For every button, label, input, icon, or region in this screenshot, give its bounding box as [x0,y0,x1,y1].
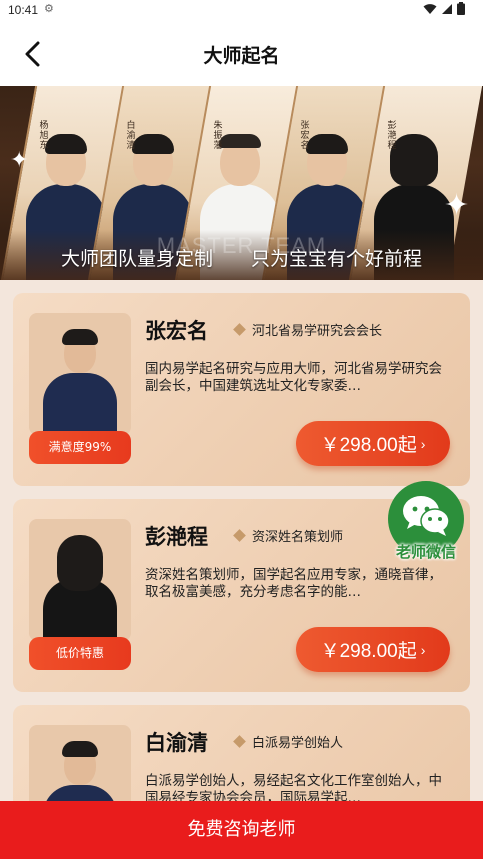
master-team-banner[interactable]: 杨旭东 白渝清 朱振藩 张宏名 彭滟程 ✦ ✦ MASTER TEAM 大师团队… [0,86,483,280]
chevron-right-icon: › [420,435,426,452]
master-title-text: 白派易学创始人 [252,736,344,751]
master-name: 白渝清 [124,120,135,150]
master-description: 资深姓名策划师，国学起名应用专家，通晓音律，取名极富美感，充分考虑名字的能… [145,567,442,600]
slogan-right: 只为宝宝有个好前程 [251,248,423,270]
master-name: 张宏名 [145,319,208,343]
master-title: 河北省易学研究会会长 [233,320,383,339]
discount-badge: 低价特惠 [29,637,131,670]
diamond-icon [233,323,246,336]
diamond-icon [233,529,246,542]
wifi-icon [423,3,437,14]
banner-slogan: 大师团队量身定制 只为宝宝有个好前程 [0,244,483,271]
master-name: 白渝清 [145,731,208,755]
master-photo [29,519,131,641]
status-bar: 10:41 ⚙ [0,0,483,20]
status-icons [423,2,465,15]
price-label: ￥298.00起 [320,435,417,456]
wechat-label: 老师微信 [395,543,456,561]
chevron-right-icon: › [420,641,426,658]
master-card[interactable]: 满意度99% 张宏名 河北省易学研究会会长 国内易学起名研究与应用大师，河北省易… [13,293,470,486]
master-description: 国内易学起名研究与应用大师，河北省易学研究会副会长，中国建筑选址文化专家委… [145,361,442,394]
free-consult-button[interactable]: 免费咨询老师 [0,801,483,859]
master-title-text: 资深姓名策划师 [252,530,344,545]
master-name: 彭滟程 [385,120,396,150]
master-name: 杨旭东 [37,120,48,150]
master-title: 白派易学创始人 [233,732,344,751]
status-time: 10:41 [8,3,39,17]
settings-notification-icon: ⚙ [44,2,54,15]
slogan-left: 大师团队量身定制 [60,248,213,270]
diamond-icon [233,735,246,748]
nav-bar: 大师起名 [0,20,483,86]
master-name: 张宏名 [298,120,309,150]
master-name: 彭滟程 [145,525,208,549]
sparkle-icon: ✦ [444,188,470,223]
master-title-text: 河北省易学研究会会长 [252,324,383,339]
price-button[interactable]: ￥298.00起 › [296,421,450,466]
master-title: 资深姓名策划师 [233,526,344,545]
satisfaction-badge: 满意度99% [29,431,131,464]
price-button[interactable]: ￥298.00起 › [296,627,450,672]
master-name: 朱振藩 [211,120,222,150]
price-label: ￥298.00起 [320,641,417,662]
signal-icon [442,3,452,14]
battery-icon [457,2,465,15]
master-photo [29,313,131,435]
page-title: 大师起名 [203,45,280,67]
sparkle-icon: ✦ [10,148,29,173]
teacher-wechat-button[interactable]: 老师微信 [384,481,468,565]
